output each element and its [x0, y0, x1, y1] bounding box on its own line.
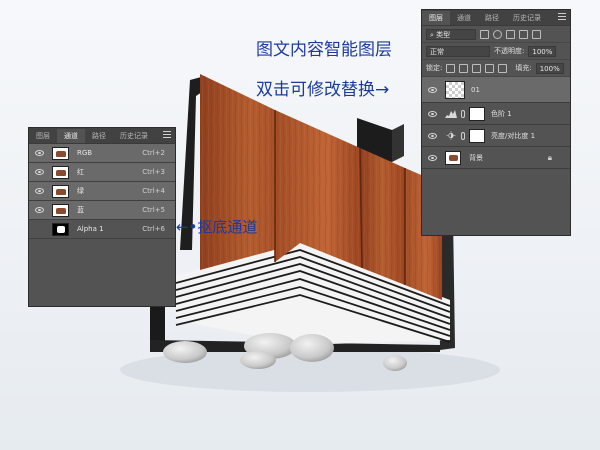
layer-name: 背景 — [469, 153, 483, 162]
image-filter-icon[interactable] — [480, 29, 489, 39]
type-filter-icon[interactable] — [506, 29, 515, 39]
channel-row-alpha[interactable]: Alpha 1 Ctrl+6 — [29, 220, 175, 239]
layer-filter-select[interactable]: ⌕ 类型 — [426, 28, 476, 40]
tab-layers[interactable]: 图层 — [29, 129, 57, 143]
channels-panel-tabbar: 图层 通道 路径 历史记录 — [29, 128, 175, 144]
background-thumbnail — [445, 150, 461, 165]
layer-name: 01 — [471, 85, 480, 94]
channel-name: 蓝 — [77, 206, 84, 214]
channel-shortcut: Ctrl+4 — [142, 187, 165, 195]
lock-row: 锁定: 填充: 100% — [422, 60, 570, 77]
smart-object-filter-icon[interactable] — [532, 29, 541, 39]
lock-position-icon[interactable] — [472, 63, 482, 73]
lock-all-icon[interactable] — [498, 63, 508, 73]
layer-row-brightness[interactable]: 亮度/对比度 1 — [422, 125, 570, 147]
blend-mode-select[interactable]: 正常 — [426, 45, 490, 57]
layer-mask-thumbnail[interactable] — [469, 106, 485, 121]
tab-paths[interactable]: 路径 — [478, 11, 506, 25]
layers-panel: 图层 通道 路径 历史记录 ⌕ 类型 正常 不透明度: 100% 锁定: 填充:… — [421, 9, 571, 236]
opacity-label: 不透明度: — [494, 47, 525, 55]
tab-layers[interactable]: 图层 — [422, 11, 450, 25]
eye-icon[interactable] — [35, 226, 44, 232]
channel-thumbnail — [52, 222, 69, 236]
channels-panel: 图层 通道 路径 历史记录 RGB Ctrl+2 红 Ctrl+3 绿 Ctrl… — [28, 127, 176, 307]
channel-name: RGB — [77, 149, 93, 157]
channel-row-blue[interactable]: 蓝 Ctrl+5 — [29, 201, 175, 220]
channel-shortcut: Ctrl+6 — [142, 225, 165, 233]
eye-icon[interactable] — [428, 132, 437, 139]
smart-layer-annotation-line1: 图文内容智能图层 — [256, 40, 392, 60]
lock-label: 锁定: — [426, 64, 443, 72]
eye-icon[interactable] — [428, 154, 437, 161]
tab-channels[interactable]: 通道 — [57, 129, 85, 143]
link-icon[interactable] — [461, 109, 465, 118]
left-arrow-icon: ←• — [176, 218, 198, 236]
layer-row-background[interactable]: 背景 🔒︎ — [422, 147, 570, 169]
channel-name: 绿 — [77, 187, 84, 195]
channel-row-red[interactable]: 红 Ctrl+3 — [29, 163, 175, 182]
shape-filter-icon[interactable] — [519, 29, 528, 39]
eye-icon[interactable] — [35, 169, 44, 175]
channel-shortcut: Ctrl+3 — [142, 168, 165, 176]
lock-transparency-icon[interactable] — [446, 63, 456, 73]
blend-row: 正常 不透明度: 100% — [422, 43, 570, 60]
channel-thumbnail — [52, 203, 69, 217]
eye-icon[interactable] — [428, 86, 437, 93]
channel-shortcut: Ctrl+5 — [142, 206, 165, 214]
layer-row-levels[interactable]: 色阶 1 — [422, 103, 570, 125]
link-icon[interactable] — [461, 131, 465, 140]
channel-annotation-text: 抠底通道 — [197, 218, 258, 236]
brightness-contrast-icon — [446, 131, 456, 140]
eye-icon[interactable] — [35, 150, 44, 156]
smart-object-thumbnail — [445, 80, 465, 99]
lock-pixels-icon[interactable] — [459, 63, 469, 73]
panel-menu-icon[interactable] — [558, 13, 566, 20]
channel-annotation: ←•抠底通道 — [176, 217, 257, 237]
eye-icon[interactable] — [35, 188, 44, 194]
fill-input[interactable]: 100% — [535, 62, 564, 74]
layer-name: 色阶 1 — [491, 109, 512, 118]
channel-thumbnail — [52, 165, 69, 179]
lock-artboard-icon[interactable] — [485, 63, 495, 73]
eye-icon[interactable] — [428, 110, 437, 117]
channel-row-green[interactable]: 绿 Ctrl+4 — [29, 182, 175, 201]
channel-row-rgb[interactable]: RGB Ctrl+2 — [29, 144, 175, 163]
fill-label: 填充: — [515, 64, 532, 72]
layer-row-smart[interactable]: 01 — [422, 77, 570, 103]
tab-history[interactable]: 历史记录 — [113, 129, 155, 143]
layer-name: 亮度/对比度 1 — [491, 131, 536, 140]
tab-channels[interactable]: 通道 — [450, 11, 478, 25]
panel-menu-icon[interactable] — [163, 131, 171, 138]
channel-name: Alpha 1 — [77, 225, 104, 233]
lock-icon: 🔒︎ — [547, 152, 552, 162]
filter-label: 类型 — [436, 30, 451, 39]
channel-shortcut: Ctrl+2 — [142, 149, 165, 157]
tab-paths[interactable]: 路径 — [85, 129, 113, 143]
opacity-input[interactable]: 100% — [528, 45, 557, 57]
layer-filter-row: ⌕ 类型 — [422, 26, 570, 43]
channel-thumbnail — [52, 184, 69, 198]
layers-panel-tabbar: 图层 通道 路径 历史记录 — [422, 10, 570, 26]
layer-mask-thumbnail[interactable] — [469, 128, 485, 143]
smart-layer-annotation-line2: 双击可修改替换→ — [256, 80, 390, 100]
adjustment-filter-icon[interactable] — [493, 29, 502, 39]
channel-name: 红 — [77, 168, 84, 176]
tab-history[interactable]: 历史记录 — [506, 11, 548, 25]
channel-thumbnail — [52, 146, 69, 160]
levels-icon — [445, 110, 457, 118]
eye-icon[interactable] — [35, 207, 44, 213]
